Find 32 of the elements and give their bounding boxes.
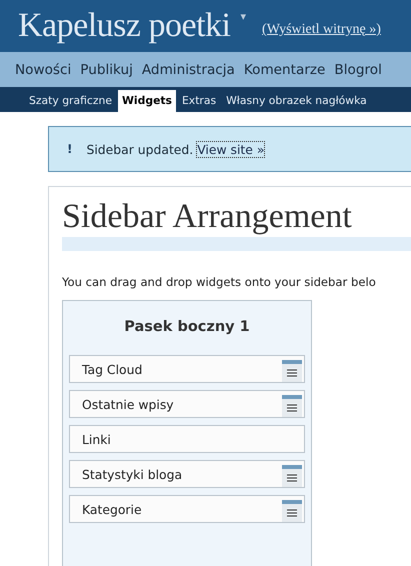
- notice-icon: !: [67, 142, 72, 156]
- menu-icon[interactable]: [282, 395, 302, 417]
- menu-icon[interactable]: [282, 500, 302, 522]
- widget-item[interactable]: Ostatnie wpisy: [69, 390, 305, 418]
- site-title: Kapelusz poetki: [18, 7, 230, 45]
- widget-name: Ostatnie wpisy: [82, 396, 174, 412]
- submenu-tab[interactable]: Szaty graficzne: [25, 90, 116, 112]
- submenu-tab[interactable]: Extras: [178, 90, 220, 112]
- page-title: Sidebar Arrangement: [62, 197, 411, 251]
- widget-name: Kategorie: [82, 502, 142, 516]
- dropdown-caret[interactable]: ▾: [240, 10, 246, 23]
- menu-item[interactable]: Nowości: [15, 62, 72, 78]
- submenu-tab[interactable]: Widgets: [118, 90, 176, 112]
- menu-item[interactable]: Publikuj: [80, 62, 133, 78]
- intro-text: You can drag and drop widgets onto your sidebar belo: [62, 275, 377, 289]
- view-site-link[interactable]: View site »: [197, 142, 264, 156]
- view-site-link[interactable]: (Wyświetl witrynę »): [262, 22, 381, 38]
- widget-name: Linki: [82, 432, 111, 446]
- widget-item[interactable]: Linki: [69, 425, 305, 453]
- sidebar-title: Pasek boczny 1: [123, 319, 251, 335]
- widget-item[interactable]: Tag Cloud: [69, 355, 305, 383]
- widget-item[interactable]: Statystyki bloga: [69, 460, 305, 488]
- menu-icon[interactable]: [282, 465, 302, 487]
- menu-item[interactable]: Administracja: [142, 62, 235, 78]
- widget-name: Statystyki bloga: [82, 466, 182, 482]
- submenu-tab[interactable]: Własny obrazek nagłówka: [222, 90, 371, 112]
- widget-item[interactable]: Kategorie: [69, 495, 305, 523]
- menu-icon[interactable]: [282, 360, 302, 382]
- widget-name: Tag Cloud: [82, 362, 142, 376]
- notice-message: Sidebar updated. View site »: [86, 142, 264, 156]
- menu-item[interactable]: Komentarze: [244, 62, 326, 78]
- menu-item[interactable]: Blogrol: [334, 62, 382, 78]
